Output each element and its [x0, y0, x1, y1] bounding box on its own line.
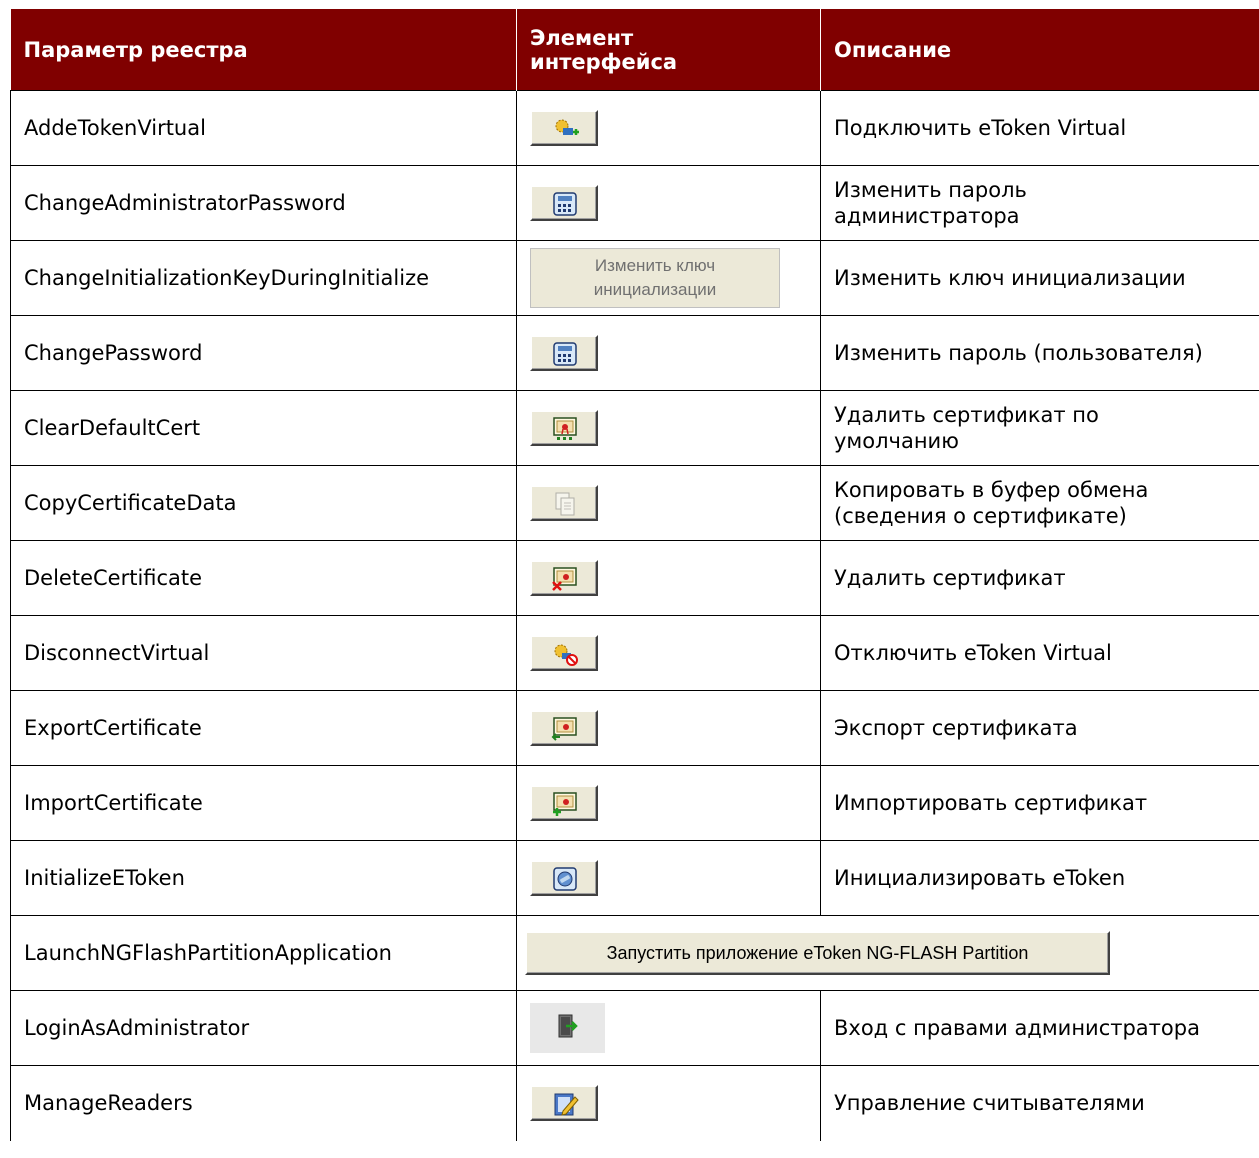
header-interface-element: Элемент интерфейса: [516, 9, 821, 91]
registry-parameters-table: Параметр реестра Элемент интерфейса Описа…: [10, 9, 1259, 1141]
table-row: DeleteCertificate Удалить сертификат: [10, 540, 1259, 616]
import-certificate-button[interactable]: [530, 785, 598, 821]
table-header-row: Параметр реестра Элемент интерфейса Описа…: [10, 9, 1259, 91]
table-row: DisconnectVirtual Отключить eToken Virtu…: [10, 615, 1259, 691]
param-name: CopyCertificateData: [10, 465, 517, 541]
table-row: ImportCertificate Импортировать сертифик…: [10, 765, 1259, 841]
change-init-key-button[interactable]: Изменить ключ инициализации: [530, 248, 780, 308]
table-row: ChangePassword Изменить пароль (пользова…: [10, 315, 1259, 391]
description: Отключить eToken Virtual: [820, 615, 1259, 691]
param-name: DisconnectVirtual: [10, 615, 517, 691]
header-description: Описание: [820, 9, 1259, 91]
copy-document-icon: [555, 492, 575, 516]
description: Управление считывателями: [820, 1065, 1259, 1141]
table-row: ChangeInitializationKeyDuringInitialize …: [10, 240, 1259, 316]
certificate-delete-icon: [552, 567, 577, 591]
certificate-export-icon: [551, 717, 577, 741]
param-name: ChangeAdministratorPassword: [10, 165, 517, 241]
initialize-token-icon: [553, 867, 577, 891]
password-keypad-icon: [553, 192, 577, 216]
add-virtual-token-icon: [555, 119, 579, 135]
login-door-icon: [558, 1014, 578, 1038]
table-row: AddeTokenVirtual Подключить eToken Virtu…: [10, 90, 1259, 166]
description: Подключить eToken Virtual: [820, 90, 1259, 166]
description: Инициализировать eToken: [820, 840, 1259, 916]
description: Изменить пароль администратора: [820, 165, 1259, 241]
table-row: ChangeAdministratorPassword Изменить пар…: [10, 165, 1259, 241]
table-row: CopyCertificateData Копировать в буфер о…: [10, 465, 1259, 541]
description: Удалить сертификат: [820, 540, 1259, 616]
clear-default-cert-button[interactable]: [530, 410, 598, 446]
table-row: ManageReaders Управление считывателями: [10, 1065, 1259, 1141]
delete-certificate-button[interactable]: [530, 560, 598, 596]
param-name: LoginAsAdministrator: [10, 990, 517, 1066]
table-row: InitializeEToken Инициализировать eToken: [10, 840, 1259, 916]
description: Копировать в буфер обмена (сведения о сер…: [820, 465, 1259, 541]
change-admin-password-button[interactable]: [530, 185, 598, 221]
param-name: AddeTokenVirtual: [10, 90, 517, 166]
description: Экспорт сертификата: [820, 690, 1259, 766]
copy-certificate-data-button[interactable]: [530, 485, 598, 521]
description: Вход с правами администратора: [820, 990, 1259, 1066]
table-row: ClearDefaultCert Удалить сертификат по ум…: [10, 390, 1259, 466]
change-password-button[interactable]: [530, 335, 598, 371]
param-name: ChangeInitializationKeyDuringInitialize: [10, 240, 517, 316]
disconnect-virtual-token-icon: [554, 644, 578, 666]
export-certificate-button[interactable]: [530, 710, 598, 746]
manage-readers-icon: [554, 1093, 579, 1116]
description: Изменить ключ инициализации: [820, 240, 1259, 316]
table-row: LaunchNGFlashPartitionApplication Запуст…: [10, 915, 1259, 991]
table-row: ExportCertificate Экспорт сертификата: [10, 690, 1259, 766]
table-row: LoginAsAdministrator Вход с правами адми…: [10, 990, 1259, 1066]
launch-ng-flash-partition-button[interactable]: Запустить приложение eToken NG-FLASH Par…: [525, 931, 1110, 975]
description: Удалить сертификат по умолчанию: [820, 390, 1259, 466]
login-as-admin-button[interactable]: [530, 1003, 605, 1053]
param-name: ImportCertificate: [10, 765, 517, 841]
certificate-clear-icon: [553, 417, 577, 440]
param-name: ManageReaders: [10, 1065, 517, 1141]
disconnect-virtual-button[interactable]: [530, 635, 598, 671]
param-name: ChangePassword: [10, 315, 517, 391]
description: Изменить пароль (пользователя): [820, 315, 1259, 391]
password-keypad-icon: [553, 342, 577, 366]
header-registry-parameter: Параметр реестра: [10, 9, 517, 91]
param-name: InitializeEToken: [10, 840, 517, 916]
param-name: ClearDefaultCert: [10, 390, 517, 466]
description: Импортировать сертификат: [820, 765, 1259, 841]
param-name: DeleteCertificate: [10, 540, 517, 616]
manage-readers-button[interactable]: [530, 1085, 598, 1122]
param-name: LaunchNGFlashPartitionApplication: [10, 915, 517, 991]
param-name: ExportCertificate: [10, 690, 517, 766]
initialize-etoken-button[interactable]: [530, 860, 598, 896]
certificate-import-icon: [553, 792, 577, 816]
add-virtual-token-button[interactable]: [530, 110, 598, 146]
